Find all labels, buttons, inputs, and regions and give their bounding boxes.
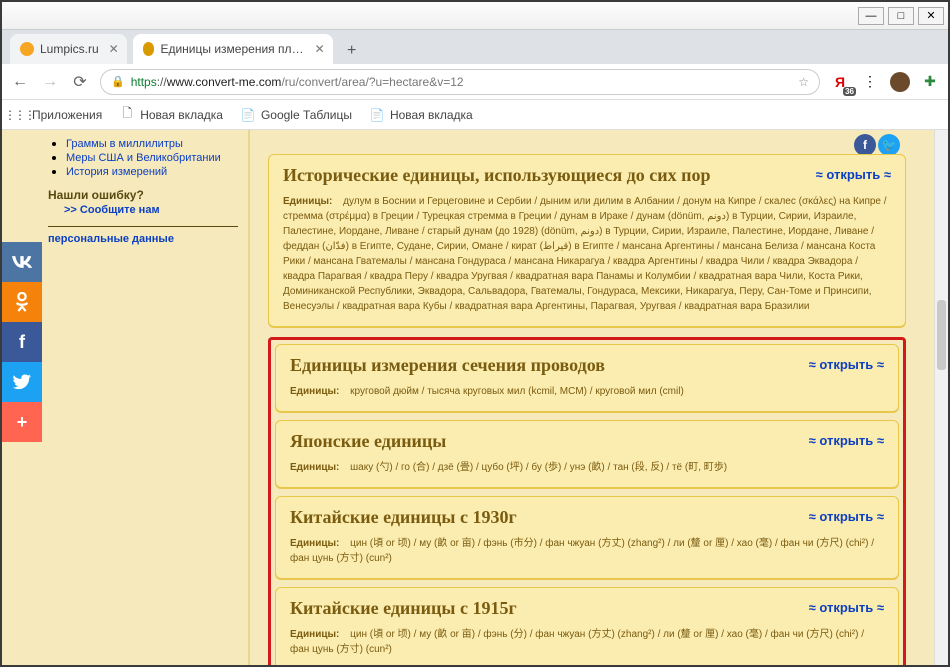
tab-close-icon[interactable]: ✕ bbox=[315, 42, 325, 56]
yandex-ext-icon[interactable]: Я 36 bbox=[830, 72, 850, 92]
sidebar-personal-data-link[interactable]: персональные данные bbox=[48, 233, 174, 245]
nav-forward-button[interactable]: → bbox=[40, 73, 60, 91]
sidebar-link-usuk[interactable]: Меры США и Великобритании bbox=[66, 152, 221, 164]
share-icons: f 🐦 bbox=[854, 134, 900, 156]
page-icon: 📄 bbox=[370, 108, 384, 122]
url-input[interactable]: 🔒 https://www.convert-me.com/ru/convert/… bbox=[100, 69, 820, 95]
sidebar-found-error-heading: Нашли ошибку? bbox=[48, 188, 238, 202]
open-toggle[interactable]: открыть bbox=[809, 357, 884, 372]
units-text: круговой дюйм / тысяча круговых мил (kcm… bbox=[350, 386, 684, 397]
category-title: Исторические единицы, использующиеся до … bbox=[283, 165, 891, 186]
units-list: Единицы: дулум в Боснии и Герцеговине и … bbox=[283, 194, 891, 314]
url-sep: :// bbox=[157, 75, 167, 89]
favicon-convertme bbox=[143, 42, 155, 56]
nav-reload-button[interactable]: ⟳ bbox=[70, 72, 90, 92]
highlighted-categories: открыть Единицы измерения сечения провод… bbox=[268, 337, 906, 665]
sidebar-divider bbox=[48, 226, 238, 227]
window-close-button[interactable]: ✕ bbox=[918, 7, 944, 25]
tab-close-icon[interactable]: ✕ bbox=[109, 42, 119, 56]
yandex-badge: 36 bbox=[843, 87, 856, 96]
lock-icon: 🔒 bbox=[111, 75, 125, 88]
share-facebook-button[interactable]: f bbox=[854, 134, 876, 156]
url-path: /ru/convert/area/?u=hectare&v=12 bbox=[281, 75, 463, 89]
bookmarks-bar: ⋮⋮⋮ Приложения 🗋 Новая вкладка 📄 Google … bbox=[2, 100, 948, 130]
apps-grid-icon: ⋮⋮⋮ bbox=[12, 108, 26, 122]
open-toggle[interactable]: открыть bbox=[816, 167, 891, 182]
profile-avatar[interactable]: ● bbox=[890, 72, 910, 92]
bookmark-label: Новая вкладка bbox=[390, 108, 473, 122]
units-label: Единицы: bbox=[290, 462, 339, 473]
social-vk-button[interactable] bbox=[2, 242, 42, 282]
bookmark-label: Приложения bbox=[32, 108, 102, 122]
social-sidebar: f + bbox=[2, 242, 42, 442]
category-title: Единицы измерения сечения проводов bbox=[290, 355, 884, 376]
social-fb-button[interactable]: f bbox=[2, 322, 42, 362]
page-viewport: Граммы в миллилитры Меры США и Великобри… bbox=[2, 130, 948, 665]
category-title: Китайские единицы c 1930г bbox=[290, 507, 884, 528]
social-more-button[interactable]: + bbox=[2, 402, 42, 442]
sheets-icon: 📄 bbox=[241, 108, 255, 122]
bookmark-google-sheets[interactable]: 📄 Google Таблицы bbox=[241, 108, 352, 122]
category-card-chinese-1915: открыть Китайские единицы c 1915г Единиц… bbox=[275, 587, 899, 665]
window-maximize-button[interactable]: □ bbox=[888, 7, 914, 25]
category-card-japanese: открыть Японские единицы Единицы: шаку (… bbox=[275, 420, 899, 488]
bookmark-apps[interactable]: ⋮⋮⋮ Приложения bbox=[12, 108, 102, 122]
category-card-historical: открыть Исторические единицы, использующ… bbox=[268, 154, 906, 327]
url-domain: www.convert-me.com bbox=[167, 75, 282, 89]
units-list: Единицы: цин (頃 or 顷) / му (畝 or 亩) / фэ… bbox=[290, 627, 884, 657]
social-tw-button[interactable] bbox=[2, 362, 42, 402]
extension-icon[interactable]: ✚ bbox=[920, 72, 940, 92]
open-toggle[interactable]: открыть bbox=[809, 600, 884, 615]
browser-menu-button[interactable]: ⋮ bbox=[860, 72, 880, 92]
social-ok-button[interactable] bbox=[2, 282, 42, 322]
browser-window: — □ ✕ Lumpics.ru ✕ Единицы измерения пло… bbox=[0, 0, 950, 667]
nav-back-button[interactable]: ← bbox=[10, 73, 30, 91]
units-label: Единицы: bbox=[290, 538, 339, 549]
sidebar-report-link[interactable]: >> Сообщите нам bbox=[64, 204, 160, 216]
category-card-wire: открыть Единицы измерения сечения провод… bbox=[275, 344, 899, 412]
units-text: цин (頃 or 顷) / му (畝 or 亩) / фэнь (分) / … bbox=[290, 629, 864, 655]
units-list: Единицы: шаку (勺) / го (合) / дзё (畳) / ц… bbox=[290, 460, 884, 475]
tab-lumpics[interactable]: Lumpics.ru ✕ bbox=[10, 34, 127, 64]
units-text: шаку (勺) / го (合) / дзё (畳) / цубо (坪) /… bbox=[350, 462, 727, 473]
address-bar: ← → ⟳ 🔒 https://www.convert-me.com/ru/co… bbox=[2, 64, 948, 100]
tab-label: Lumpics.ru bbox=[40, 42, 99, 56]
units-list: Единицы: круговой дюйм / тысяча круговых… bbox=[290, 384, 884, 399]
open-toggle[interactable]: открыть bbox=[809, 509, 884, 524]
sidebar-link-history[interactable]: История измерений bbox=[66, 166, 167, 178]
units-label: Единицы: bbox=[290, 386, 339, 397]
tab-label: Единицы измерения площади. bbox=[160, 42, 304, 56]
bookmark-label: Новая вкладка bbox=[140, 108, 223, 122]
window-minimize-button[interactable]: — bbox=[858, 7, 884, 25]
vertical-scrollbar[interactable] bbox=[934, 130, 948, 665]
units-text: дулум в Боснии и Герцеговине и Сербии / … bbox=[283, 196, 887, 312]
sidebar-link-grams[interactable]: Граммы в миллилитры bbox=[66, 138, 183, 150]
bookmark-newtab-2[interactable]: 📄 Новая вкладка bbox=[370, 108, 473, 122]
share-twitter-button[interactable]: 🐦 bbox=[878, 134, 900, 156]
category-card-chinese-1930: открыть Китайские единицы c 1930г Единиц… bbox=[275, 496, 899, 579]
url-scheme: https bbox=[131, 75, 157, 89]
page-content: Граммы в миллилитры Меры США и Великобри… bbox=[2, 130, 934, 665]
category-title: Китайские единицы c 1915г bbox=[290, 598, 884, 619]
category-title: Японские единицы bbox=[290, 431, 884, 452]
page-icon: 🗋 bbox=[120, 108, 134, 122]
units-text: цин (頃 or 顷) / му (畝 or 亩) / фэнь (市分) /… bbox=[290, 538, 874, 564]
tabs-bar: Lumpics.ru ✕ Единицы измерения площади. … bbox=[2, 30, 948, 64]
bookmark-label: Google Таблицы bbox=[261, 108, 352, 122]
tab-convertme[interactable]: Единицы измерения площади. ✕ bbox=[133, 34, 333, 64]
units-label: Единицы: bbox=[283, 196, 332, 207]
new-tab-button[interactable]: + bbox=[339, 38, 365, 64]
favicon-lumpics bbox=[20, 42, 34, 56]
window-titlebar: — □ ✕ bbox=[2, 2, 948, 30]
open-toggle[interactable]: открыть bbox=[809, 433, 884, 448]
bookmark-star-icon[interactable]: ☆ bbox=[798, 75, 809, 89]
units-label: Единицы: bbox=[290, 629, 339, 640]
bookmark-newtab-1[interactable]: 🗋 Новая вкладка bbox=[120, 108, 223, 122]
main-column: f 🐦 открыть Исторические единицы, исполь… bbox=[250, 130, 934, 665]
scrollbar-thumb[interactable] bbox=[937, 300, 946, 370]
units-list: Единицы: цин (頃 or 顷) / му (畝 or 亩) / фэ… bbox=[290, 536, 884, 566]
